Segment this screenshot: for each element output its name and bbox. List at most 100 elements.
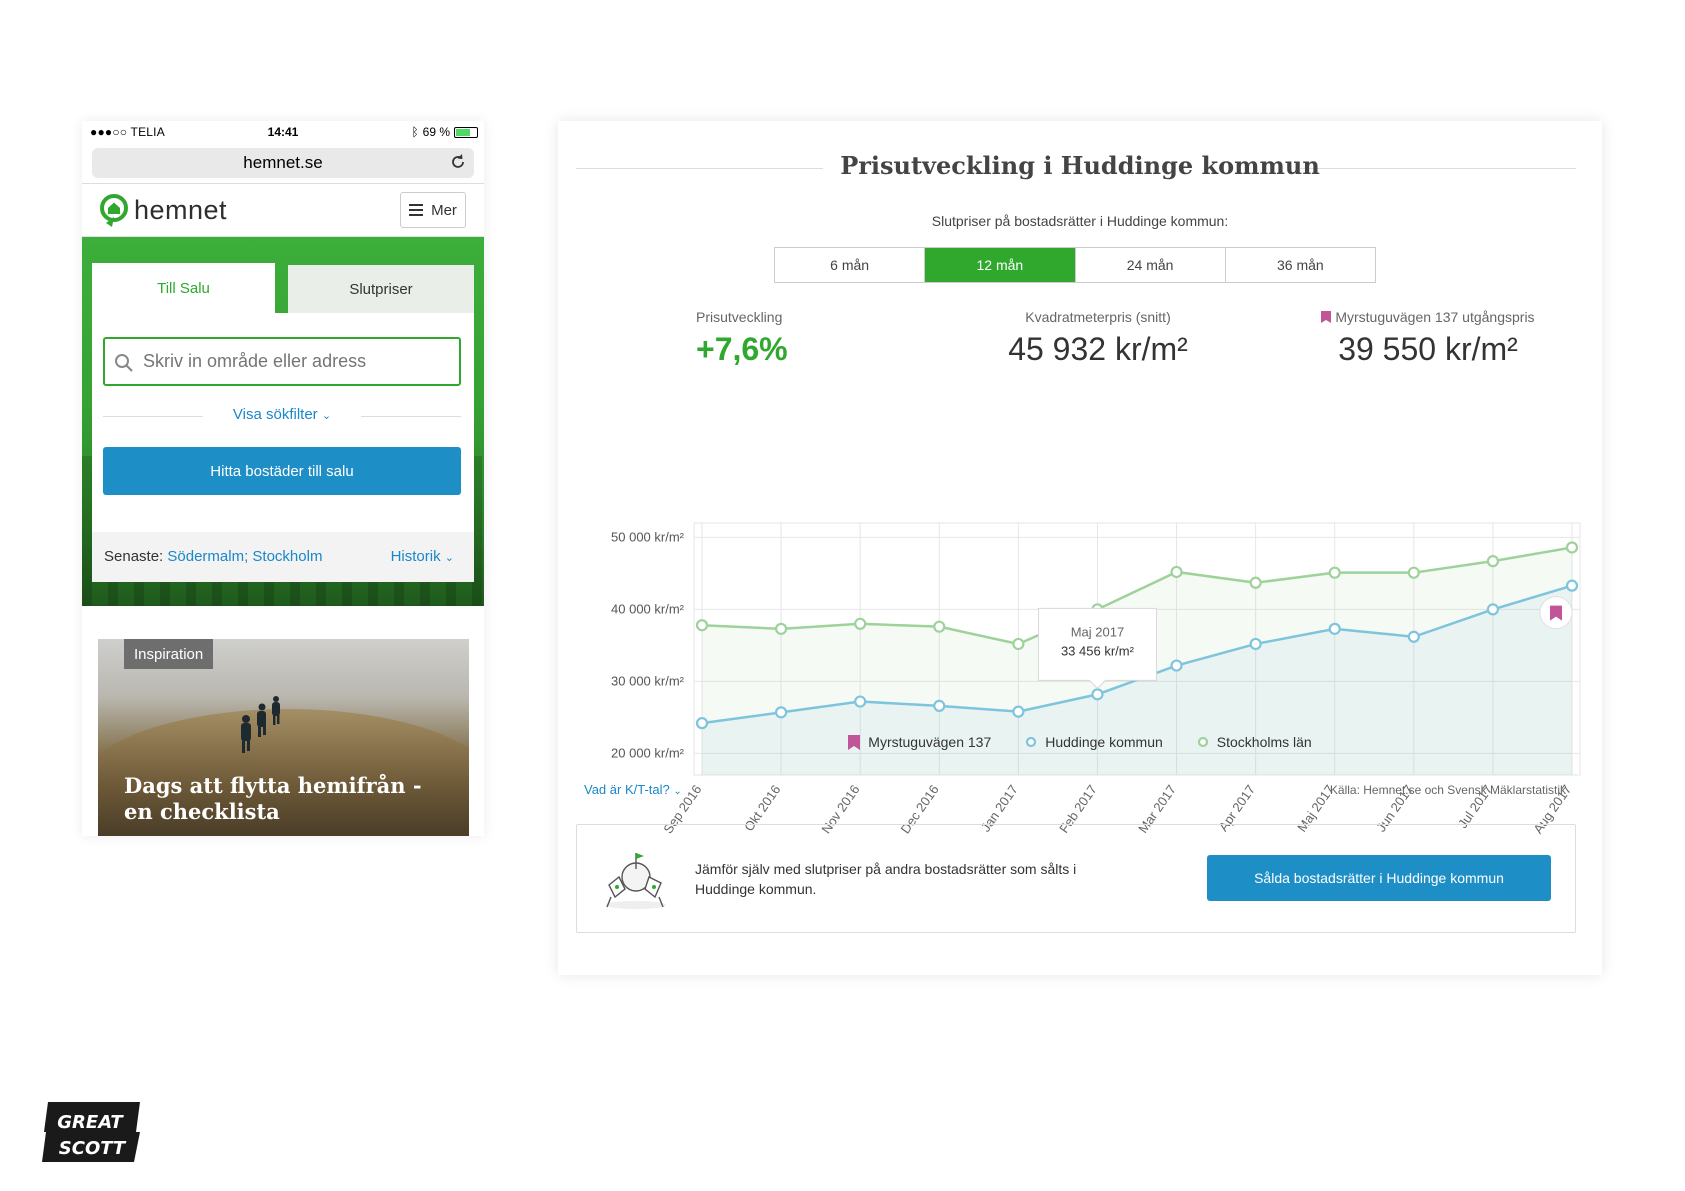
tab-slutpriser[interactable]: Slutpriser [288,265,474,313]
battery-status: ᛒ 69 % [411,125,478,139]
battery-icon [454,126,478,138]
menu-button[interactable]: Mer [400,192,466,228]
logo-text: hemnet [134,194,228,225]
filter-row: Visa sökfilter ⌄ [103,406,461,426]
chevron-down-icon: ⌄ [673,786,682,797]
hemnet-logo[interactable]: hemnet [98,193,227,227]
recent-label: Senaste: Södermalm; Stockholm [104,548,322,565]
chart-legend: Myrstuguvägen 137 Huddinge kommun Stockh… [558,734,1602,750]
data-point [1486,603,1500,616]
listing-marker-icon [1321,311,1332,323]
brand-line2: SCOTT [59,1138,127,1159]
legend-item-listing[interactable]: Myrstuguvägen 137 [848,734,991,750]
y-tick-label: 50 000 kr/m² [611,529,685,544]
legend-label: Huddinge kommun [1045,734,1163,750]
circle-marker-icon [1197,736,1208,748]
stat-value: 45 932 kr/m² [1008,331,1188,367]
data-point [933,620,946,633]
stat-listing-price: Myrstuguvägen 137 utgångspris 39 550 kr/… [1278,309,1578,368]
battery-percent: 69 % [422,125,450,139]
data-point [1249,637,1262,651]
data-point [933,699,946,712]
history-dropdown[interactable]: Historik ⌄ [391,548,454,565]
data-point [1012,637,1025,651]
data-point [695,619,709,632]
search-hero: Till Salu Slutpriser Visa sökfilter ⌄ Hi… [82,237,484,606]
search-filter-link[interactable]: Visa sökfilter ⌄ [103,406,461,423]
menu-label: Mer [431,201,457,219]
data-point [1407,630,1420,643]
filter-link-label: Visa sökfilter [232,406,318,423]
bluetooth-icon: ᛒ [411,125,419,139]
article-title[interactable]: Dags att flytta hemifrån - en checklista [124,773,454,825]
price-line-chart: 50 000 kr/m²40 000 kr/m²30 000 kr/m²20 0… [611,522,1581,836]
search-icon [115,354,133,372]
recent-searches: Senaste: Södermalm; Stockholm Historik ⌄ [92,532,474,582]
price-trend-widget: Prisutveckling i Huddinge kommun Slutpri… [558,121,1602,975]
search-input[interactable] [103,337,461,386]
stat-price-change: Prisutveckling +7,6% [696,309,788,368]
reload-icon[interactable] [448,152,468,172]
period-6-man[interactable]: 6 mån [775,248,926,282]
chevron-down-icon: ⌄ [444,552,454,564]
hamburger-icon [409,204,424,216]
widget-subtitle: Slutpriser på bostadsrätter i Huddinge k… [931,213,1229,229]
data-point [695,717,709,730]
listing-marker-icon [848,734,861,750]
chevron-down-icon: ⌄ [321,410,332,422]
period-12-man[interactable]: 12 mån [925,248,1076,282]
find-homes-button[interactable]: Hitta bostäder till salu [103,447,461,495]
data-point [774,622,788,635]
site-header: hemnet Mer [82,183,484,237]
circle-marker-icon [1026,736,1037,748]
data-point [1249,576,1262,589]
stat-sqm-price: Kvadratmeterpris (snitt) 45 932 kr/m² [948,309,1248,368]
data-point [1328,566,1341,579]
source-note: Källa: Hemnet.se och Svensk Mäklarstatis… [1329,783,1566,797]
tab-till-salu[interactable]: Till Salu [92,263,275,313]
battery-fill [456,128,470,136]
data-point [1091,688,1104,701]
kt-link-label: Vad är K/T-tal? [584,782,670,797]
great-scott-logo: GREAT SCOTT [42,1102,140,1162]
inspiration-card[interactable]: Inspiration Dags att flytta hemifrån - e… [98,639,469,836]
hikers-image [241,696,280,753]
compare-box: Jämför själv med slutpriser på andra bos… [576,824,1576,933]
phone-mockup: ●●●○○ TELIA 14:41 ᛒ 69 % hemnet.se hemne… [82,121,484,836]
legend-item-huddinge[interactable]: Huddinge kommun [1025,734,1163,750]
period-selector: 6 mån 12 mån 24 mån 36 mån [774,247,1376,283]
search-card: Till Salu Slutpriser Visa sökfilter ⌄ Hi… [92,263,474,582]
listing-label-text: Myrstuguvägen 137 utgångspris [1335,309,1535,325]
data-point [1170,565,1183,579]
sold-apartments-button[interactable]: Sålda bostadsrätter i Huddinge kommun [1207,855,1551,901]
data-point [1170,659,1183,672]
period-36-man[interactable]: 36 mån [1225,248,1375,282]
compare-text: Jämför själv med slutpriser på andra bos… [695,861,1077,897]
legend-label: Stockholms län [1216,734,1312,750]
data-point [1328,622,1341,635]
y-tick-label: 30 000 kr/m² [611,673,685,688]
address-bar[interactable]: hemnet.se [92,148,474,178]
recent-prefix: Senaste: [104,548,164,565]
stat-label: Myrstuguvägen 137 utgångspris [1278,309,1578,325]
stat-label: Prisutveckling [696,309,783,325]
legend-item-stockholm[interactable]: Stockholms län [1197,734,1312,750]
stat-value: +7,6% [696,331,788,367]
tooltip-value: 33 456 kr/m² [1061,643,1135,658]
data-point [854,695,867,708]
tooltip-label: Maj 2017 [1071,624,1124,639]
house-logo-icon [100,194,128,227]
recent-places-link[interactable]: Södermalm; Stockholm [167,548,322,565]
legend-label: Myrstuguvägen 137 [868,734,992,750]
data-point [1565,541,1579,554]
period-24-man[interactable]: 24 mån [1075,248,1226,282]
stat-value: 39 550 kr/m² [1338,331,1518,367]
kt-info-link[interactable]: Vad är K/T-tal? ⌄ [584,782,682,797]
y-tick-label: 40 000 kr/m² [611,601,685,616]
compare-illustration-icon [606,853,666,909]
data-point [854,617,867,630]
search-card-body: Visa sökfilter ⌄ Hitta bostäder till sal… [92,313,474,582]
data-point [1012,705,1025,718]
status-bar: ●●●○○ TELIA 14:41 ᛒ 69 % [82,121,484,143]
data-point [1407,566,1420,579]
